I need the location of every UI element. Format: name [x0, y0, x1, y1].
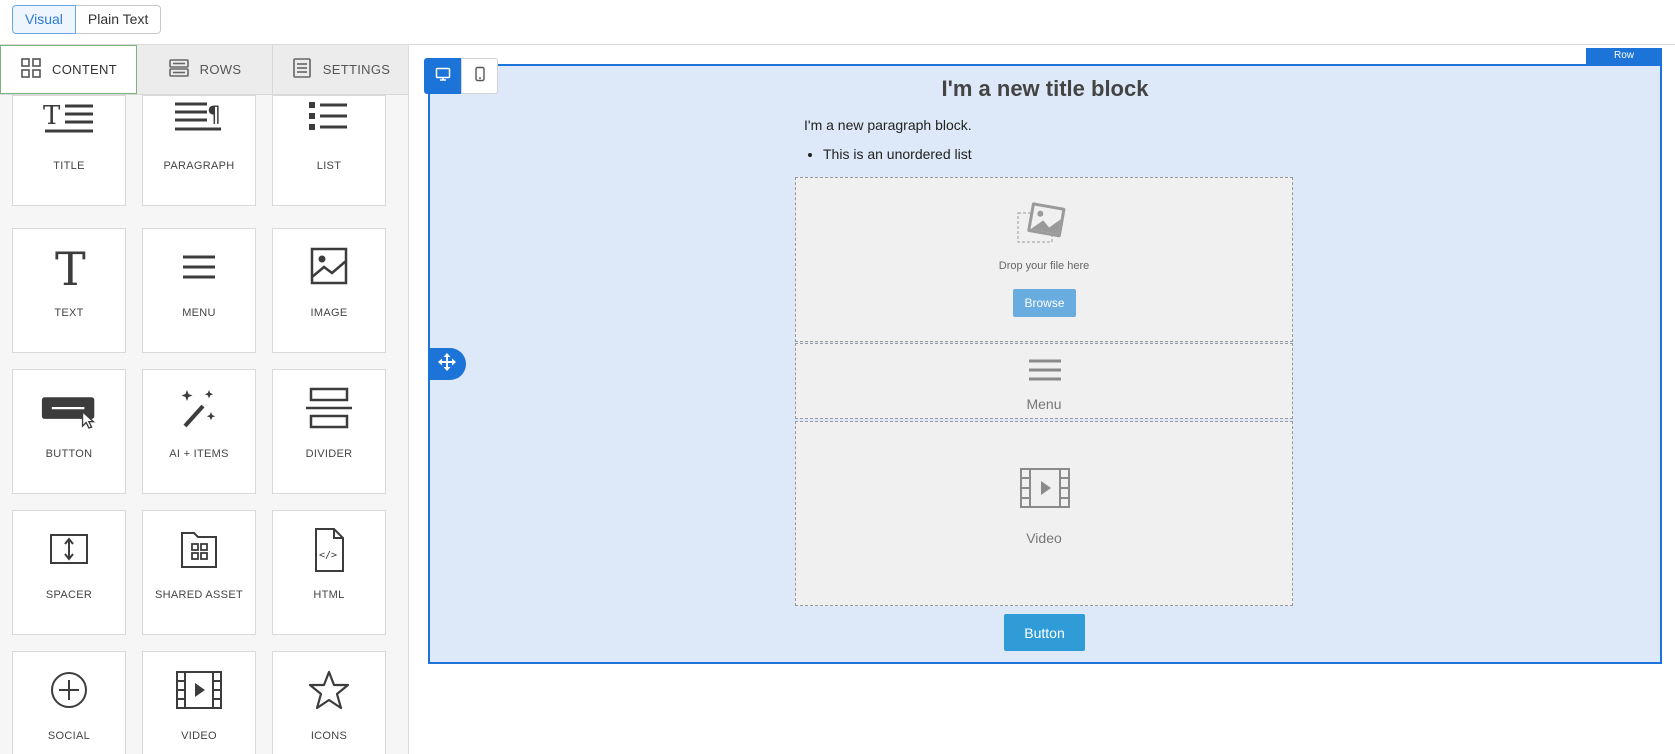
button-icon: [41, 384, 97, 434]
video-block[interactable]: Video: [795, 421, 1293, 606]
sidebar-tabs: CONTENT ROWS SETTINGS: [0, 45, 408, 95]
paragraph-block[interactable]: I'm a new paragraph block.: [804, 117, 972, 133]
tab-rows-label: ROWS: [199, 62, 242, 77]
drop-file-text: Drop your file here: [998, 260, 1090, 272]
desktop-preview-button[interactable]: [424, 58, 461, 94]
text-icon: T: [41, 243, 97, 293]
button-block[interactable]: Button: [1004, 614, 1085, 651]
block-label: PARAGRAPH: [163, 160, 235, 172]
block-button[interactable]: BUTTON: [12, 369, 126, 494]
video-block-label: Video: [1026, 530, 1062, 546]
block-shared-asset[interactable]: SHARED ASSET: [142, 510, 256, 635]
block-label: AI + ITEMS: [169, 448, 229, 460]
block-label: SOCIAL: [47, 730, 91, 742]
visual-mode-button[interactable]: Visual: [12, 5, 76, 34]
browse-button[interactable]: Browse: [1013, 289, 1076, 317]
title-icon: T: [41, 96, 97, 146]
list-item: This is an unordered list: [823, 146, 972, 162]
block-label: SHARED ASSET: [155, 589, 243, 601]
device-preview-toggle: [424, 58, 498, 94]
shared-asset-icon: [171, 525, 227, 575]
block-label: MENU: [182, 307, 216, 319]
tab-content-label: CONTENT: [52, 62, 117, 77]
list-icon: [301, 96, 357, 146]
content-block-grid: T TITLE ¶ PARAGRAPH LIST T TEXT MENU IMA…: [12, 95, 386, 754]
block-icons[interactable]: ICONS: [272, 651, 386, 754]
block-image[interactable]: IMAGE: [272, 228, 386, 353]
block-label: HTML: [313, 589, 345, 601]
block-spacer[interactable]: SPACER: [12, 510, 126, 635]
divider-icon: [301, 384, 357, 434]
mobile-preview-button[interactable]: [461, 58, 498, 94]
block-label: BUTTON: [45, 448, 93, 460]
spacer-icon: [41, 525, 97, 575]
rows-icon: [168, 57, 190, 82]
video-placeholder-icon: [1020, 468, 1070, 513]
menu-block-label: Menu: [1026, 396, 1062, 412]
block-label: ICONS: [310, 730, 348, 742]
row-tag[interactable]: Row: [1586, 48, 1662, 64]
svg-text:T: T: [55, 245, 86, 291]
move-arrows-icon: [437, 352, 457, 377]
unordered-list-block[interactable]: This is an unordered list: [804, 146, 972, 162]
tab-settings-label: SETTINGS: [322, 62, 391, 77]
block-ai-items[interactable]: AI + ITEMS: [142, 369, 256, 494]
block-label: DIVIDER: [305, 448, 353, 460]
image-block[interactable]: Drop your file here Browse: [795, 177, 1293, 342]
editor-mode-toggle: Visual Plain Text: [12, 5, 162, 34]
block-label: TEXT: [54, 307, 84, 319]
mobile-icon: [472, 66, 488, 87]
menu-icon: [171, 243, 227, 293]
desktop-icon: [435, 66, 451, 87]
email-canvas: Row I'm a new title block I'm a new para…: [409, 45, 1675, 754]
star-icon: [301, 666, 357, 716]
block-label: VIDEO: [181, 730, 217, 742]
tab-content[interactable]: CONTENT: [0, 45, 137, 94]
block-menu[interactable]: MENU: [142, 228, 256, 353]
paragraph-icon: ¶: [171, 96, 227, 146]
block-list[interactable]: LIST: [272, 95, 386, 206]
content-sidebar: CONTENT ROWS SETTINGS T TITLE ¶ PARAGRAP…: [0, 45, 409, 754]
plain-text-mode-button[interactable]: Plain Text: [75, 5, 162, 34]
menu-placeholder-icon: [1028, 358, 1062, 389]
block-paragraph[interactable]: ¶ PARAGRAPH: [142, 95, 256, 206]
block-label: TITLE: [53, 160, 85, 172]
magic-wand-icon: [171, 384, 227, 434]
grid-icon: [20, 57, 42, 82]
svg-text:T: T: [43, 101, 61, 131]
block-html[interactable]: </> HTML: [272, 510, 386, 635]
row-drag-handle[interactable]: [428, 348, 466, 380]
image-icon: [301, 243, 357, 293]
block-label: LIST: [316, 160, 342, 172]
video-icon: [171, 666, 227, 716]
block-divider[interactable]: DIVIDER: [272, 369, 386, 494]
block-video[interactable]: VIDEO: [142, 651, 256, 754]
title-block[interactable]: I'm a new title block: [430, 76, 1660, 102]
html-file-icon: </>: [301, 525, 357, 575]
block-social[interactable]: SOCIAL: [12, 651, 126, 754]
svg-text:¶: ¶: [207, 103, 221, 128]
selected-row[interactable]: I'm a new title block I'm a new paragrap…: [428, 64, 1662, 664]
block-title[interactable]: T TITLE: [12, 95, 126, 206]
tab-rows[interactable]: ROWS: [137, 45, 273, 94]
block-text[interactable]: T TEXT: [12, 228, 126, 353]
svg-text:</>: </>: [319, 550, 337, 561]
tab-settings[interactable]: SETTINGS: [273, 45, 408, 94]
mode-toolbar: Visual Plain Text: [0, 0, 1675, 45]
block-label: SPACER: [45, 589, 93, 601]
menu-block[interactable]: Menu: [795, 343, 1293, 419]
settings-doc-icon: [291, 57, 313, 82]
social-icon: [41, 666, 97, 716]
block-label: IMAGE: [310, 307, 348, 319]
image-placeholder-icon: [1017, 202, 1069, 251]
